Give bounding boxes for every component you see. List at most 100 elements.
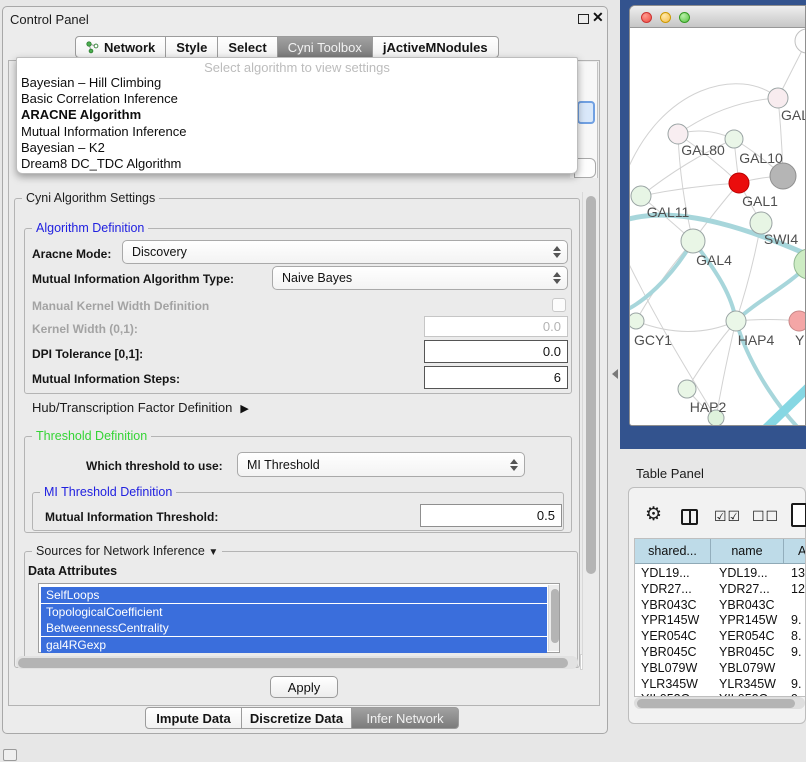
dpi-tolerance-label: DPI Tolerance [0,1]: [32,347,143,361]
cell-shared: YPR145W [635,613,712,629]
hub-definition-expander[interactable]: Hub/Transcription Factor Definition ▶ [32,400,249,415]
aracne-mode-combo[interactable]: Discovery [122,240,568,264]
settings-hscrollbar-thumb[interactable] [18,658,568,668]
tab-cyni-toolbox[interactable]: Cyni Toolbox [278,36,373,58]
hub-definition-label: Hub/Transcription Factor Definition [32,400,232,415]
node-gal4[interactable] [681,229,705,253]
sources-title-text: Sources for Network Inference [36,544,205,558]
kernel-width-field[interactable]: 0.0 [424,316,568,337]
tab-select[interactable]: Select [218,36,277,58]
cyni-algorithm-settings-title: Cyni Algorithm Settings [22,191,159,205]
network-window-titlebar[interactable] [630,6,805,28]
list-item[interactable]: gal4RGexp [41,637,547,653]
node-label: GAL80 [681,142,725,158]
table-row[interactable]: YBR043CYBR043C [635,598,805,614]
list-scrollbar-thumb[interactable] [551,589,559,643]
mi-steps-label: Mutual Information Steps: [32,372,180,386]
sources-group-title: Sources for Network Inference ▼ [32,544,222,558]
tab-select-label: Select [228,40,266,55]
apply-button[interactable]: Apply [270,676,338,698]
column-header-name[interactable]: name [711,539,784,563]
column-header-partial[interactable]: A [784,539,805,563]
tab-style[interactable]: Style [166,36,218,58]
tab-infer-network[interactable]: Infer Network [352,707,459,729]
node-partial-top[interactable] [795,29,806,53]
table-row[interactable]: YBR045CYBR045C9. [635,645,805,661]
tab-jactivemnodules[interactable]: jActiveMNodules [373,36,499,58]
zoom-traffic-light[interactable] [679,12,690,23]
panel-divider-arrow-icon[interactable] [612,369,618,379]
gear-icon[interactable]: ⚙ [645,505,662,524]
settings-vscrollbar-thumb[interactable] [586,196,596,574]
close-traffic-light[interactable] [641,12,652,23]
column-layout-icon[interactable] [681,509,698,525]
cell-shared: YLR345W [635,677,712,693]
expander-arrow-icon: ▶ [240,403,248,415]
cell-name: YBR045C [712,645,786,661]
settings-vscrollbar[interactable] [582,192,597,670]
menu-item[interactable]: Basic Correlation Inference [17,91,577,107]
menu-item[interactable]: Bayesian – K2 [17,140,577,156]
table-row[interactable]: YER054CYER054C8. [635,629,805,645]
table-panel-title: Table Panel [636,466,704,481]
network-view-window[interactable]: GAL GAL80 GAL10 GAL1 GAL11 SWI4 GAL4 GCY… [629,5,806,426]
minimized-panel-icon[interactable] [3,749,17,761]
node-label: HAP4 [738,332,775,348]
menu-item[interactable]: Dream8 DC_TDC Algorithm [17,156,577,172]
cell-shared: YBL079W [635,661,712,677]
node-pink-right[interactable] [789,311,806,331]
manual-kernel-checkbox[interactable] [552,298,566,312]
node-gal11[interactable] [631,186,651,206]
table-row[interactable]: YDR27...YDR27...12 [635,582,805,598]
mi-type-label: Mutual Information Algorithm Type: [32,272,234,286]
table-row[interactable]: YBL079WYBL079W [635,661,805,677]
combo-spinner-icon [552,246,561,258]
close-icon[interactable]: ✕ [592,9,604,26]
cell-name: YER054C [712,629,786,645]
node-gal1[interactable] [729,173,749,193]
table-row[interactable]: YLR345WYLR345W9. [635,677,805,693]
cell-value: 9. [786,645,801,661]
minimize-traffic-light[interactable] [660,12,671,23]
tab-discretize-data[interactable]: Discretize Data [242,707,352,729]
algorithm-combo-arrow-fragment[interactable] [577,101,595,124]
dpi-tolerance-field[interactable]: 0.0 [424,340,568,363]
list-item[interactable]: TopologicalCoefficient [41,604,547,620]
list-item[interactable]: SelfLoops [41,587,547,603]
table-row[interactable]: YPR145WYPR145W9. [635,613,805,629]
list-item[interactable]: BetweennessCentrality [41,620,547,636]
table-hscrollbar-thumb[interactable] [637,699,795,708]
node-hap4[interactable] [726,311,746,331]
node-label: HAP2 [690,399,727,415]
float-window-icon[interactable] [578,14,589,24]
cell-value: 8. [786,629,801,645]
mi-steps-field[interactable]: 6 [424,366,568,389]
menu-item[interactable]: Bayesian – Hill Climbing [17,75,577,91]
algorithm-definition-title: Algorithm Definition [32,221,148,235]
node-hap2[interactable] [678,380,696,398]
new-table-icon[interactable] [791,503,806,527]
cell-value [786,598,791,614]
node-gray[interactable] [770,163,796,189]
node-gal-clipped[interactable] [768,88,788,108]
list-scrollbar[interactable] [548,585,559,651]
tab-network[interactable]: Network [75,36,166,58]
table-hscrollbar[interactable] [634,697,805,709]
unchecked-boxes-icon[interactable]: ☐☐ [752,508,779,525]
mi-type-combo[interactable]: Naive Bayes [272,266,568,290]
network-canvas[interactable]: GAL GAL80 GAL10 GAL1 GAL11 SWI4 GAL4 GCY… [630,28,806,426]
checked-boxes-icon[interactable]: ☑☑ [714,508,741,525]
which-threshold-combo[interactable]: MI Threshold [237,452,525,477]
node-gal10[interactable] [725,130,743,148]
menu-item[interactable]: Mutual Information Inference [17,124,577,140]
node-gcy1[interactable] [630,313,644,329]
table-row[interactable]: YDL19...YDL19...13 [635,566,805,582]
node-gal80[interactable] [668,124,688,144]
data-attributes-list[interactable]: SelfLoops TopologicalCoefficient Between… [38,583,560,653]
column-header-shared[interactable]: shared... [635,539,711,563]
tab-impute-data[interactable]: Impute Data [145,707,242,729]
settings-hscrollbar[interactable] [16,656,578,669]
mi-threshold-field[interactable]: 0.5 [420,504,562,527]
menu-item-selected[interactable]: ARACNE Algorithm [17,107,577,123]
collapse-arrow-icon[interactable]: ▼ [208,547,218,558]
